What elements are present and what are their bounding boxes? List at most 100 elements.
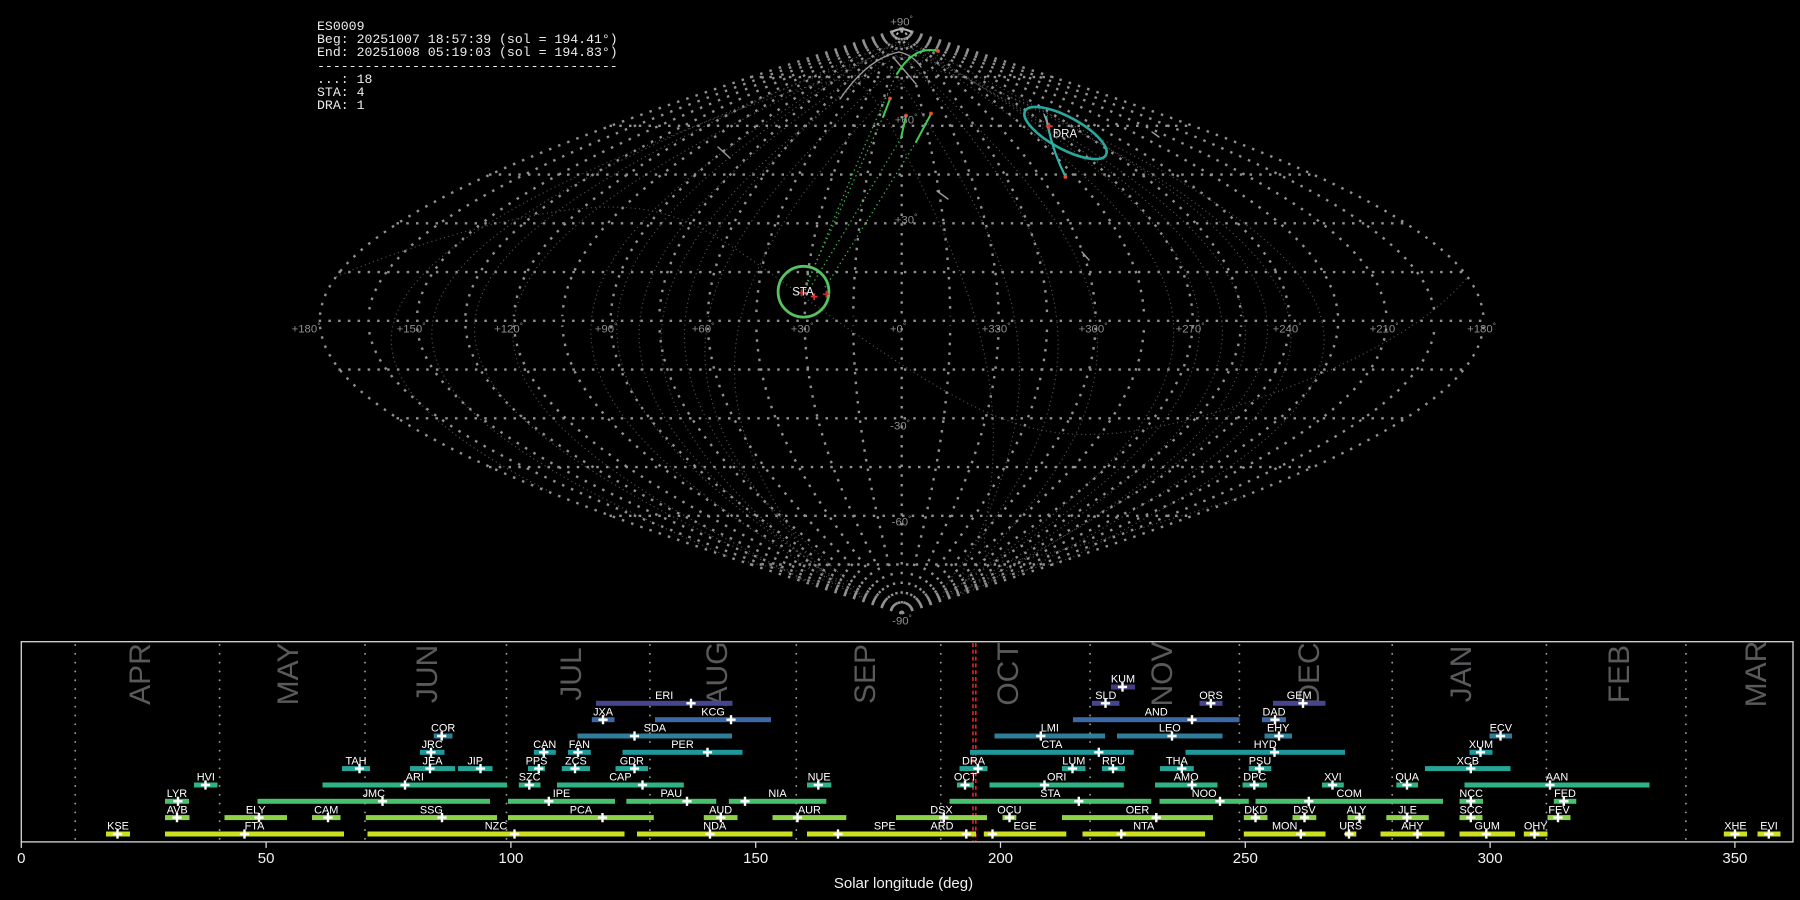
svg-text:+90°: +90° (595, 321, 618, 335)
svg-text:URS: URS (1339, 821, 1362, 833)
svg-text:SLD: SLD (1095, 690, 1116, 702)
svg-text:OCT: OCT (992, 642, 1025, 705)
svg-text:LEO: LEO (1159, 723, 1181, 735)
svg-text:PCA: PCA (570, 804, 593, 816)
svg-text:EVI: EVI (1760, 821, 1778, 833)
svg-text:JLE: JLE (1398, 804, 1417, 816)
svg-text:NOV: NOV (1146, 641, 1179, 706)
svg-text:APR: APR (124, 643, 157, 705)
svg-text:DRA: DRA (1053, 129, 1078, 141)
svg-text:XVI: XVI (1324, 772, 1342, 784)
svg-text:150: 150 (743, 850, 768, 867)
svg-text:GUM: GUM (1474, 821, 1499, 833)
svg-text:JMC: JMC (363, 788, 386, 800)
svg-text:FAN: FAN (569, 739, 590, 751)
svg-text:HYD: HYD (1254, 739, 1277, 751)
svg-text:+150°: +150° (397, 321, 426, 335)
svg-text:OHY: OHY (1524, 821, 1548, 833)
svg-text:FTA: FTA (245, 821, 265, 833)
svg-text:IPE: IPE (553, 788, 571, 800)
svg-text:LUM: LUM (1062, 755, 1085, 767)
svg-text:KUM: KUM (1111, 674, 1135, 686)
svg-text:DRA: DRA (962, 755, 986, 767)
svg-text:STA: STA (792, 287, 814, 299)
svg-text:NTA: NTA (1133, 821, 1155, 833)
svg-text:JAN: JAN (1445, 646, 1478, 703)
svg-text:XCB: XCB (1457, 755, 1479, 767)
svg-text:DAD: DAD (1263, 706, 1286, 718)
svg-text:AHY: AHY (1401, 821, 1424, 833)
svg-text:ORS: ORS (1199, 690, 1223, 702)
svg-text:+210°: +210° (1370, 321, 1399, 335)
svg-text:DSX: DSX (930, 804, 953, 816)
svg-text:RPU: RPU (1102, 755, 1125, 767)
svg-text:COR: COR (431, 723, 455, 735)
svg-text:ARD: ARD (931, 821, 954, 833)
svg-text:AUD: AUD (709, 804, 732, 816)
svg-text:300: 300 (1478, 850, 1503, 867)
svg-text:200: 200 (988, 850, 1013, 867)
svg-text:SEP: SEP (849, 644, 882, 704)
svg-text:EGE: EGE (1014, 821, 1037, 833)
svg-text:KSE: KSE (107, 821, 129, 833)
svg-text:AUR: AUR (798, 804, 821, 816)
svg-text:GDR: GDR (620, 755, 644, 767)
svg-text:EHY: EHY (1267, 723, 1290, 735)
svg-text:DPC: DPC (1243, 772, 1266, 784)
svg-text:OCU: OCU (997, 804, 1021, 816)
svg-text:JXA: JXA (593, 706, 614, 718)
svg-text:XUM: XUM (1469, 739, 1493, 751)
svg-text:FEV: FEV (1548, 804, 1570, 816)
svg-text:SCC: SCC (1460, 804, 1483, 816)
svg-text:CAN: CAN (533, 739, 556, 751)
svg-text:KCG: KCG (701, 706, 725, 718)
svg-text:SSG: SSG (420, 804, 443, 816)
svg-text:ARI: ARI (406, 772, 424, 784)
svg-text:ECV: ECV (1490, 723, 1513, 735)
svg-text:CAP: CAP (609, 772, 631, 784)
svg-text:ORI: ORI (1047, 772, 1066, 784)
svg-text:+120°: +120° (494, 321, 523, 335)
svg-text:JUN: JUN (411, 645, 444, 703)
svg-text:+60°: +60° (895, 113, 918, 127)
svg-text:JIP: JIP (467, 755, 483, 767)
svg-text:NCC: NCC (1459, 788, 1483, 800)
svg-text:ALY: ALY (1347, 804, 1368, 816)
svg-text:COM: COM (1336, 788, 1361, 800)
svg-text:NZC: NZC (485, 821, 508, 833)
svg-text:ERI: ERI (655, 690, 673, 702)
svg-text:AAN: AAN (1546, 772, 1568, 784)
svg-text:Solar longitude (deg): Solar longitude (deg) (834, 875, 973, 892)
svg-text:ZCS: ZCS (565, 755, 587, 767)
svg-text:HVI: HVI (197, 772, 215, 784)
svg-text:OCT: OCT (954, 772, 977, 784)
svg-text:SDA: SDA (644, 723, 667, 735)
svg-text:AMO: AMO (1174, 772, 1199, 784)
svg-text:TAH: TAH (346, 755, 367, 767)
svg-text:NDA: NDA (703, 821, 727, 833)
svg-text:-60°: -60° (892, 515, 912, 529)
svg-text:+30°: +30° (791, 321, 814, 335)
svg-text:PSU: PSU (1249, 755, 1272, 767)
svg-text:CTA: CTA (1041, 739, 1063, 751)
svg-text:250: 250 (1233, 850, 1258, 867)
svg-text:DKD: DKD (1244, 804, 1267, 816)
svg-text:SZC: SZC (519, 772, 541, 784)
svg-text:-30°: -30° (890, 419, 910, 433)
svg-text:JEA: JEA (423, 755, 444, 767)
svg-text:MAR: MAR (1740, 641, 1773, 708)
svg-text:-90°: -90° (892, 614, 912, 628)
svg-text:+300°: +300° (1079, 321, 1108, 335)
svg-text:50: 50 (258, 850, 275, 867)
svg-text:LYR: LYR (167, 788, 188, 800)
svg-text:FED: FED (1554, 788, 1576, 800)
svg-text:DSV: DSV (1293, 804, 1316, 816)
svg-text:+30°: +30° (895, 213, 918, 227)
svg-text:+0°: +0° (890, 321, 906, 335)
svg-text:+270°: +270° (1176, 321, 1205, 335)
svg-text:STA: STA (1040, 788, 1061, 800)
svg-text:NIA: NIA (768, 788, 787, 800)
svg-text:+180°: +180° (1467, 321, 1496, 335)
svg-text:NOO: NOO (1192, 788, 1217, 800)
svg-text:OER: OER (1126, 804, 1150, 816)
